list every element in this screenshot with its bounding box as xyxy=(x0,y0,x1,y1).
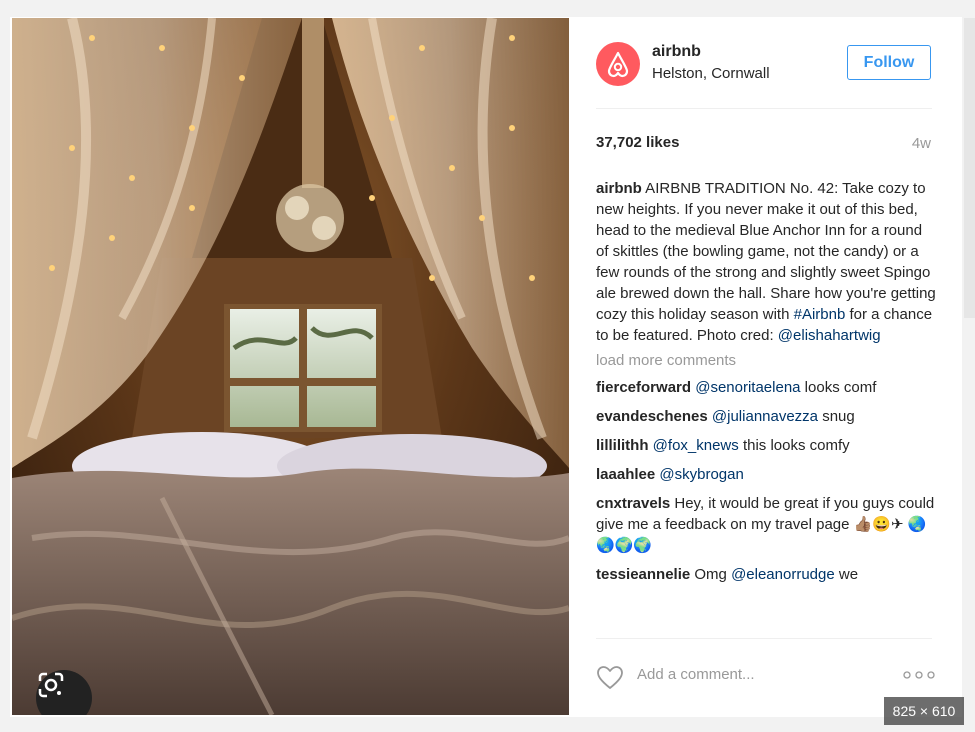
comments-divider xyxy=(596,638,932,639)
heart-icon[interactable] xyxy=(596,665,624,691)
photo-illustration xyxy=(12,18,569,715)
list-item: tessieannelie Omg @eleanorrudge we xyxy=(596,564,936,585)
comments-list: airbnb AIRBNB TRADITION No. 42: Take coz… xyxy=(596,178,936,636)
hashtag-link[interactable]: #Airbnb xyxy=(794,306,846,323)
comment-mention[interactable]: @senoritaelena xyxy=(695,379,800,396)
post-sidebar: airbnb Helston, Cornwall Follow 37,702 l… xyxy=(569,18,962,715)
scrollbar[interactable] xyxy=(964,18,975,318)
post-age[interactable]: 4w xyxy=(912,135,931,152)
comment-text: looks comf xyxy=(800,379,877,396)
comment-text: we xyxy=(834,566,859,583)
airbnb-logo-icon xyxy=(607,51,629,78)
comment-text: snug xyxy=(818,408,855,425)
post-header: airbnb Helston, Cornwall Follow xyxy=(569,18,962,108)
post-photo[interactable] xyxy=(12,18,569,715)
comment-username[interactable]: tessieannelie xyxy=(596,566,690,583)
list-item: cnxtravels Hey, it would be great if you… xyxy=(596,493,936,556)
comment-text: Omg xyxy=(690,566,732,583)
comment-username[interactable]: fierceforward xyxy=(596,379,691,396)
list-item: laaahlee @skybrogan xyxy=(596,464,936,485)
username[interactable]: airbnb xyxy=(652,43,701,61)
comment-username[interactable]: lillilithh xyxy=(596,437,649,454)
post-caption: airbnb AIRBNB TRADITION No. 42: Take coz… xyxy=(596,178,936,346)
photo-credit-mention[interactable]: @elishahartwig xyxy=(778,327,881,344)
comment-mention[interactable]: @skybrogan xyxy=(659,466,743,483)
load-more-comments[interactable]: load more comments xyxy=(596,350,936,371)
comment-text: this looks comfy xyxy=(738,437,850,454)
image-size-badge: 825 × 610 xyxy=(884,697,964,725)
avatar[interactable] xyxy=(596,42,640,86)
comment-username[interactable]: cnxtravels xyxy=(596,495,670,512)
more-options-icon[interactable] xyxy=(903,670,935,680)
location[interactable]: Helston, Cornwall xyxy=(652,65,770,82)
follow-button[interactable]: Follow xyxy=(847,45,931,80)
comment-mention[interactable]: @fox_knews xyxy=(653,437,739,454)
add-comment-input[interactable]: Add a comment... xyxy=(637,666,755,683)
google-lens-icon xyxy=(38,672,64,698)
comment-username[interactable]: laaahlee xyxy=(596,466,655,483)
list-item: evandeschenes @juliannavezza snug xyxy=(596,406,936,427)
comment-mention[interactable]: @juliannavezza xyxy=(712,408,818,425)
likes-count[interactable]: 37,702 likes xyxy=(596,134,679,151)
list-item: fierceforward @senoritaelena looks comf xyxy=(596,377,936,398)
comment-mention[interactable]: @eleanorrudge xyxy=(731,566,835,583)
caption-text: AIRBNB TRADITION No. 42: Take cozy to ne… xyxy=(596,180,936,323)
list-item: lillilithh @fox_knews this looks comfy xyxy=(596,435,936,456)
caption-username[interactable]: airbnb xyxy=(596,180,642,197)
comment-username[interactable]: evandeschenes xyxy=(596,408,708,425)
header-divider xyxy=(596,108,932,109)
